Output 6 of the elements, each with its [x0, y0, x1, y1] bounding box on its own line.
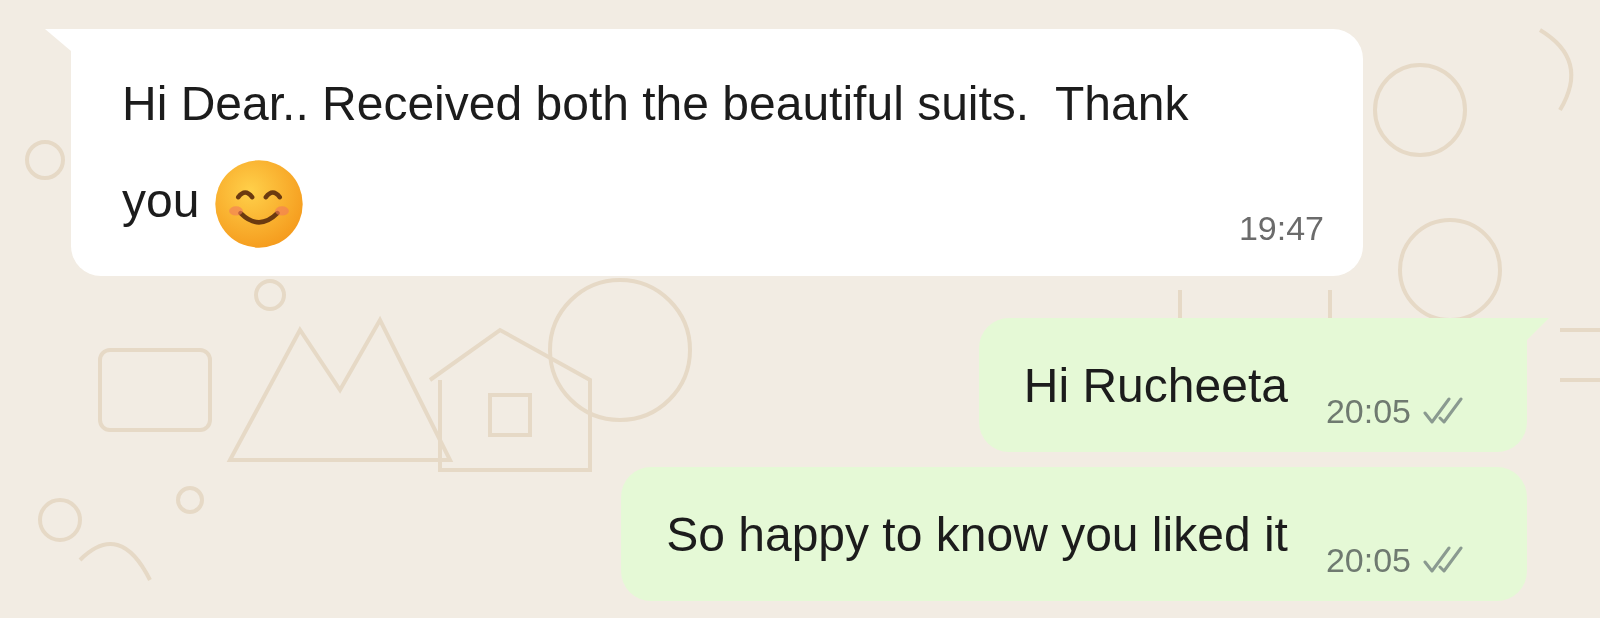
message-time: 20:05	[1325, 540, 1411, 580]
message-text: Hi Rucheeta	[1023, 357, 1288, 413]
message-time: 20:05	[1325, 391, 1411, 431]
message-text: So happy to know you liked it	[666, 506, 1288, 562]
message-time: 19:47	[1238, 209, 1324, 248]
message-text: Hi Dear.. Received both the beautiful suits. Thank you	[122, 55, 1202, 251]
